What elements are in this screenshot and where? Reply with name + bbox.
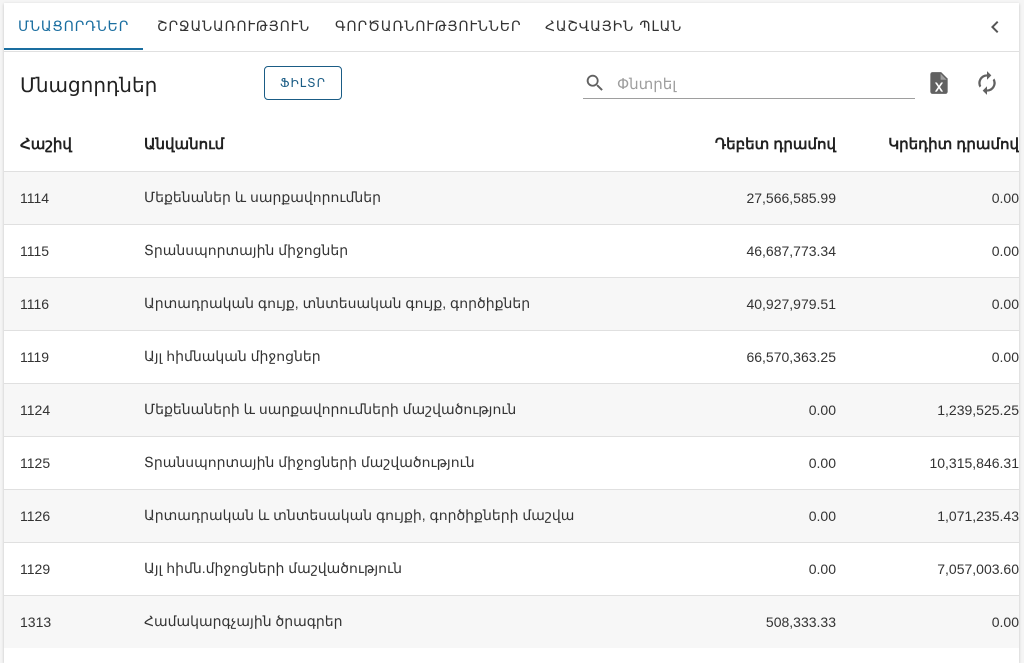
balances-panel: ՄՆԱՑՈՐԴՆԵՐ ՇՐՋԱՆԱՌՈՒԹՅՈՒՆ ԳՈՐԾԱՌՆՈՒԹՅՈՒՆ… (4, 3, 1019, 663)
cell-name: Մեքենաներ և սարքավորումներ (144, 189, 382, 205)
cell-account: 1115 (20, 242, 50, 259)
cell-name: Արտադրական գույք, տնտեսական գույք, գործի… (144, 295, 531, 311)
search-input[interactable] (615, 71, 914, 97)
cell-name: Տրանսպորտային միջոցներ (144, 242, 349, 258)
refresh-icon (978, 71, 996, 95)
cell-credit: 0.00 (991, 242, 1019, 259)
search-field (583, 69, 915, 99)
cell-name: Մեքենաների և սարքավորումների մաշվածությո… (144, 401, 517, 417)
cell-credit: 0.00 (991, 189, 1019, 206)
export-excel-button[interactable] (926, 70, 952, 96)
cell-name: Տրանսպորտային միջոցների մաշվածություն (144, 454, 475, 470)
cell-account: 1126 (20, 507, 51, 524)
collapse-button[interactable] (983, 15, 1007, 39)
cell-account: 1114 (20, 189, 50, 206)
tab-turnover[interactable]: ՇՐՋԱՆԱՌՈՒԹՅՈՒՆ (157, 3, 310, 51)
cell-debit: 46,687,773.34 (746, 242, 836, 259)
refresh-button[interactable] (974, 70, 1000, 96)
table-row[interactable]: 1129 Այլ հիմն.միջոցների մաշվածություն 0.… (4, 542, 1019, 595)
table-row[interactable]: 1114 Մեքենաներ և սարքավորումներ 27,566,5… (4, 171, 1019, 224)
cell-account: 1124 (20, 401, 51, 418)
cell-debit: 508,333.33 (765, 613, 836, 630)
cell-name: Համակարգչային ծրագրեր (144, 613, 343, 630)
cell-credit: 1,071,235.43 (937, 507, 1019, 524)
tab-chart-of-accounts[interactable]: ՀԱՇՎԱՅԻՆ ՊԼԱՆ (545, 3, 682, 51)
table-row[interactable]: 1126 Արտադրական և տնտեսական գույքի, գործ… (4, 489, 1019, 542)
cell-account: 1119 (20, 348, 50, 365)
page-title: Մնացորդներ (20, 75, 158, 97)
cell-debit: 66,570,363.25 (746, 348, 836, 365)
cell-account: 1116 (20, 295, 50, 312)
column-header-name[interactable]: Անվանում (144, 118, 574, 171)
cell-credit: 0.00 (991, 348, 1019, 365)
table-row[interactable]: 1115 Տրանսպորտային միջոցներ 46,687,773.3… (4, 224, 1019, 277)
chevron-left-icon (991, 21, 999, 33)
tab-transactions[interactable]: ԳՈՐԾԱՌՆՈՒԹՅՈՒՆՆԵՐ (335, 3, 521, 51)
cell-credit: 0.00 (991, 613, 1019, 630)
column-header-account[interactable]: Հաշիվ (4, 118, 144, 171)
cell-account: 1313 (20, 613, 52, 630)
cell-debit: 27,566,585.99 (746, 189, 836, 206)
table-row[interactable]: 1124 Մեքենաների և սարքավորումների մաշված… (4, 383, 1019, 436)
cell-debit: 0.00 (808, 401, 836, 418)
search-icon (586, 74, 603, 91)
cell-debit: 40,927,979.51 (746, 295, 836, 312)
table-row[interactable]: 1125 Տրանսպորտային միջոցների մաշվածությո… (4, 436, 1019, 489)
cell-debit: 0.00 (808, 454, 836, 471)
cell-name: Այլ հիմնական միջոցներ (144, 348, 321, 364)
cell-credit: 1,239,525.25 (937, 401, 1019, 418)
cell-credit: 0.00 (991, 295, 1019, 312)
toolbar: Մնացորդներ ՖԻԼՏՐ (4, 52, 1019, 118)
excel-file-icon (930, 72, 948, 94)
table-row[interactable]: 1119 Այլ հիմնական միջոցներ 66,570,363.25… (4, 330, 1019, 383)
table-header-row: Հաշիվ Անվանում Դեբետ դրամով Կրեդիտ դրամո… (4, 118, 1019, 171)
active-tab-indicator (4, 48, 143, 50)
table-row[interactable]: 1313 Համակարգչային ծրագրեր 508,333.33 0.… (4, 595, 1019, 648)
cell-name: Այլ հիմն.միջոցների մաշվածություն (144, 560, 402, 576)
balances-table: Հաշիվ Անվանում Դեբետ դրամով Կրեդիտ դրամո… (4, 118, 1019, 648)
cell-debit: 0.00 (808, 560, 836, 577)
table-row[interactable]: 1116 Արտադրական գույք, տնտեսական գույք, … (4, 277, 1019, 330)
column-header-credit[interactable]: Կրեդիտ դրամով (836, 118, 1019, 171)
cell-name: Արտադրական և տնտեսական գույքի, գործիքներ… (144, 507, 574, 523)
cell-account: 1125 (20, 454, 51, 471)
column-header-debit[interactable]: Դեբետ դրամով (574, 118, 836, 171)
tab-balances[interactable]: ՄՆԱՑՈՐԴՆԵՐ (18, 3, 129, 51)
filter-button[interactable]: ՖԻԼՏՐ (264, 66, 342, 100)
cell-account: 1129 (20, 560, 51, 577)
tab-bar: ՄՆԱՑՈՐԴՆԵՐ ՇՐՋԱՆԱՌՈՒԹՅՈՒՆ ԳՈՐԾԱՌՆՈՒԹՅՈՒՆ… (4, 3, 1019, 52)
cell-credit: 10,315,846.31 (929, 454, 1019, 471)
cell-debit: 0.00 (808, 507, 836, 524)
cell-credit: 7,057,003.60 (937, 560, 1019, 577)
